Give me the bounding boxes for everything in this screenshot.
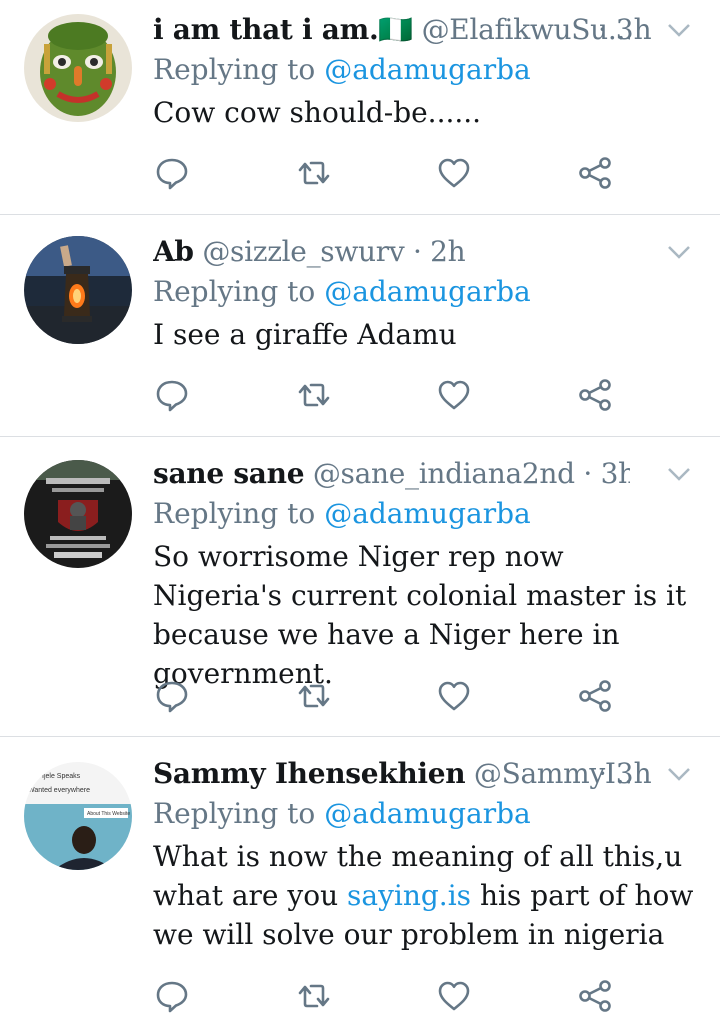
mention-link[interactable]: @adamugarba bbox=[324, 797, 531, 830]
avatar[interactable] bbox=[24, 14, 132, 122]
replying-to: Replying to @adamugarba bbox=[153, 494, 531, 534]
share-button[interactable] bbox=[577, 678, 613, 714]
user-handle[interactable]: @sizzle_swurv bbox=[202, 235, 404, 268]
share-icon bbox=[579, 157, 611, 189]
reply-icon bbox=[156, 380, 188, 412]
retweet-icon bbox=[298, 161, 330, 185]
tweet-text: I see a giraffe Adamu bbox=[153, 318, 457, 351]
share-button[interactable] bbox=[577, 978, 613, 1014]
retweet-icon bbox=[298, 984, 330, 1008]
tweet-text: Cow cow should-be...... bbox=[153, 96, 482, 129]
retweet-button[interactable] bbox=[296, 678, 332, 714]
heart-icon bbox=[438, 681, 470, 711]
reply-icon bbox=[156, 158, 188, 190]
reply-button[interactable] bbox=[154, 155, 190, 191]
replying-to: Replying to @adamugarba bbox=[153, 794, 531, 834]
share-icon bbox=[579, 379, 611, 411]
tweet-1[interactable]: i am that i am.🇳🇬 @ElafikwuSu... · 3h Re… bbox=[0, 10, 720, 210]
retweet-icon bbox=[298, 684, 330, 708]
avatar-wanted-text: Wanted everywhere bbox=[28, 787, 90, 794]
divider bbox=[0, 214, 720, 215]
like-button[interactable] bbox=[436, 978, 472, 1014]
avatar[interactable] bbox=[24, 236, 132, 344]
timestamp[interactable]: · 3h bbox=[583, 457, 630, 490]
timestamp[interactable]: · 2h bbox=[413, 235, 466, 268]
mention-link[interactable]: @adamugarba bbox=[324, 275, 531, 308]
avatar-about-text: About This Website bbox=[87, 811, 130, 817]
tweet-header: i am that i am.🇳🇬 @ElafikwuSu... bbox=[153, 10, 630, 50]
share-icon bbox=[579, 980, 611, 1012]
tweet-actions bbox=[0, 377, 720, 417]
timestamp[interactable]: · 3h bbox=[598, 10, 652, 50]
replying-to: Replying to @adamugarba bbox=[153, 272, 531, 312]
retweet-button[interactable] bbox=[296, 978, 332, 1014]
tweet-3[interactable]: sane sane @sane_indiana2nd · 3h Replying… bbox=[0, 454, 720, 734]
replying-to-label: Replying to bbox=[153, 53, 316, 86]
share-icon bbox=[579, 680, 611, 712]
share-button[interactable] bbox=[577, 377, 613, 413]
reply-button[interactable] bbox=[154, 978, 190, 1014]
reply-button[interactable] bbox=[154, 377, 190, 413]
avatar[interactable] bbox=[24, 460, 132, 568]
share-button[interactable] bbox=[577, 155, 613, 191]
mention-link[interactable]: @adamugarba bbox=[324, 497, 531, 530]
retweet-button[interactable] bbox=[296, 155, 332, 191]
replying-to: Replying to @adamugarba bbox=[153, 50, 531, 90]
heart-icon bbox=[438, 158, 470, 188]
tweet-2[interactable]: Ab @sizzle_swurv · 2h Replying to @adamu… bbox=[0, 232, 720, 432]
display-name[interactable]: Ab bbox=[153, 235, 194, 268]
retweet-button[interactable] bbox=[296, 377, 332, 413]
tweet-actions bbox=[0, 978, 720, 1018]
display-name[interactable]: sane sane bbox=[153, 457, 305, 490]
replying-to-label: Replying to bbox=[153, 797, 316, 830]
tweet-header: Ab @sizzle_swurv · 2h bbox=[153, 232, 630, 272]
profile-screenshot-avatar-icon: Ijele Speaks Wanted everywhere About Thi… bbox=[24, 762, 132, 870]
tweet-text: What is now the meaning of all this,u wh… bbox=[153, 837, 698, 954]
heart-icon bbox=[438, 981, 470, 1011]
display-name[interactable]: Sammy Ihensekhien bbox=[153, 757, 466, 790]
tweet-actions bbox=[0, 155, 720, 195]
lantern-avatar-icon bbox=[24, 236, 132, 344]
tweet-header: Sammy Ihensekhien @SammyI... bbox=[153, 754, 630, 794]
vegetable-face-avatar-icon bbox=[24, 14, 132, 122]
timestamp[interactable]: · 3h bbox=[598, 754, 652, 794]
tweet-header: sane sane @sane_indiana2nd · 3h bbox=[153, 454, 630, 494]
inline-link[interactable]: saying.is bbox=[347, 879, 471, 912]
reply-button[interactable] bbox=[154, 678, 190, 714]
avatar-page-name: Ijele Speaks bbox=[42, 773, 81, 780]
tweet-actions bbox=[0, 678, 720, 718]
user-handle[interactable]: @sane_indiana2nd bbox=[313, 457, 575, 490]
heart-icon bbox=[438, 380, 470, 410]
display-name[interactable]: i am that i am. bbox=[153, 13, 379, 46]
divider bbox=[0, 736, 720, 737]
reply-icon bbox=[156, 981, 188, 1013]
like-button[interactable] bbox=[436, 678, 472, 714]
replying-to-label: Replying to bbox=[153, 497, 316, 530]
retweet-icon bbox=[298, 383, 330, 407]
chevron-down-icon[interactable] bbox=[666, 242, 692, 262]
replying-to-label: Replying to bbox=[153, 275, 316, 308]
tweet-text: So worrisome Niger rep now Nigeria's cur… bbox=[153, 540, 687, 690]
reply-icon bbox=[156, 681, 188, 713]
tweet-4[interactable]: Ijele Speaks Wanted everywhere About Thi… bbox=[0, 754, 720, 1013]
chevron-down-icon[interactable] bbox=[666, 764, 692, 784]
chevron-down-icon[interactable] bbox=[666, 464, 692, 484]
avatar[interactable]: Ijele Speaks Wanted everywhere About Thi… bbox=[24, 762, 132, 870]
chevron-down-icon[interactable] bbox=[666, 20, 692, 40]
like-button[interactable] bbox=[436, 155, 472, 191]
soldier-tshirt-avatar-icon bbox=[24, 460, 132, 568]
mention-link[interactable]: @adamugarba bbox=[324, 53, 531, 86]
like-button[interactable] bbox=[436, 377, 472, 413]
nigeria-flag-icon: 🇳🇬 bbox=[378, 13, 413, 46]
divider bbox=[0, 436, 720, 437]
